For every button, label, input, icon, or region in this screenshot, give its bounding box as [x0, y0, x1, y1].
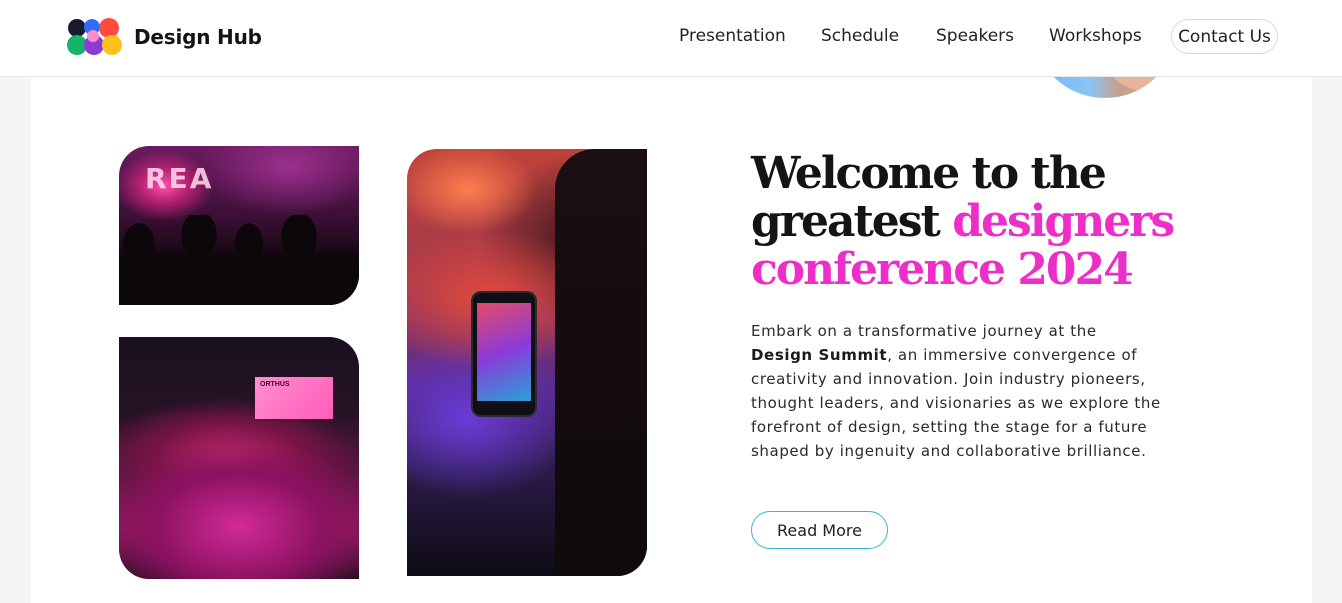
nav-link-presentation[interactable]: Presentation — [679, 26, 786, 46]
projection-screen-text: ORTHUS — [260, 381, 290, 388]
crowd-silhouette — [119, 215, 359, 305]
audience-hall-photo: ORTHUS — [119, 337, 359, 579]
nav-link-workshops[interactable]: Workshops — [1049, 26, 1142, 46]
hero-title-accent-1: designers — [952, 196, 1175, 247]
phone-recording-photo — [407, 149, 647, 576]
hero-description: Embark on a transformative journey at th… — [751, 319, 1171, 463]
hero-title-line2: greatest — [751, 196, 953, 247]
concert-stage-photo: REA — [119, 146, 359, 305]
hero-title-accent-2: conference 2024 — [751, 244, 1134, 295]
hero-desc-bold: Design Summit — [751, 346, 888, 364]
read-more-button[interactable]: Read More — [751, 511, 888, 549]
hand-silhouette — [555, 149, 647, 576]
nav-link-speakers[interactable]: Speakers — [936, 26, 1014, 46]
hero-title-line1: Welcome to the — [751, 148, 1107, 199]
nav-link-schedule[interactable]: Schedule — [821, 26, 899, 46]
smartphone-icon — [471, 291, 537, 417]
site-header: Design Hub Presentation Schedule Speaker… — [0, 0, 1342, 77]
hero-title: Welcome to the greatest designers confer… — [751, 150, 1221, 294]
stage-screen-text: REA — [145, 162, 214, 195]
contact-us-button[interactable]: Contact Us — [1171, 19, 1278, 54]
hero-desc-intro: Embark on a transformative journey at th… — [751, 322, 1097, 340]
brand-name[interactable]: Design Hub — [134, 25, 262, 49]
speaker-avatar-partial — [1032, 77, 1178, 98]
multicolor-blob-logo-icon[interactable] — [67, 18, 123, 56]
